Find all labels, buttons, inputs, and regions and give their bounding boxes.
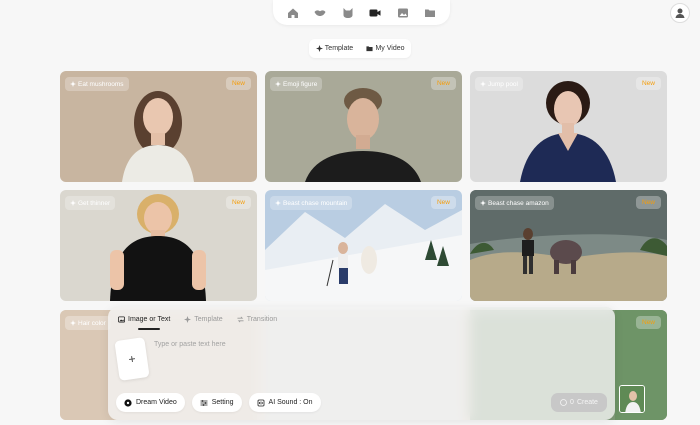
portrait-thumbnail <box>620 386 644 412</box>
card-title-pill: Jump pool <box>475 77 523 91</box>
my-video-tab-label: My Video <box>375 45 405 52</box>
preview-thumbnail[interactable] <box>619 385 645 413</box>
sparkle-icon <box>480 200 486 206</box>
home-icon <box>287 8 298 18</box>
card-title: Beast chase amazon <box>488 199 549 207</box>
template-tab-label: Template <box>324 45 354 52</box>
folder-icon <box>425 9 436 17</box>
template-card[interactable]: Beast chase amazon New <box>470 190 667 301</box>
top-nav <box>273 0 450 25</box>
coin-icon <box>560 399 567 406</box>
template-tab[interactable]: Template <box>309 45 360 52</box>
nav-video[interactable] <box>364 3 386 23</box>
setting-button[interactable]: Setting <box>191 393 242 412</box>
sparkle-icon <box>480 81 486 87</box>
new-badge: New <box>225 196 251 209</box>
prompt-input[interactable]: Type or paste text here <box>154 341 226 348</box>
setting-label: Setting <box>211 399 234 406</box>
template-card[interactable]: Beast chase mountain New <box>265 190 462 301</box>
sparkle-icon <box>70 200 76 206</box>
sparkle-icon <box>184 316 192 323</box>
card-title-pill: Beast chase amazon <box>475 196 554 210</box>
card-title: Beast chase mountain <box>283 199 348 207</box>
composer-panel: Image or Text Template Transition + Type… <box>108 307 615 420</box>
new-badge: New <box>635 77 661 90</box>
tab-image-or-text[interactable]: Image or Text <box>118 316 170 323</box>
cat-icon <box>343 7 353 18</box>
template-card[interactable]: Get thinner New <box>60 190 257 301</box>
dream-video-icon <box>124 398 132 407</box>
image-icon <box>397 8 408 17</box>
video-camera-icon <box>369 9 381 16</box>
image-icon <box>118 316 125 323</box>
lips-icon <box>314 9 326 16</box>
sparkle-icon <box>70 320 76 326</box>
card-title-pill: Eat mushrooms <box>65 77 129 91</box>
tab-transition[interactable]: Transition <box>237 316 277 323</box>
my-video-tab[interactable]: My Video <box>360 45 411 52</box>
speaker-icon <box>257 399 264 406</box>
composer-tabs: Image or Text Template Transition <box>118 316 277 323</box>
card-title: Eat mushrooms <box>78 80 124 88</box>
nav-home[interactable] <box>282 3 304 23</box>
user-icon <box>675 8 685 18</box>
sparkle-icon <box>275 81 281 87</box>
add-image-button[interactable]: + <box>114 337 150 381</box>
tab-template[interactable]: Template <box>184 316 223 323</box>
card-title: Hair color <box>78 319 106 327</box>
new-badge: New <box>635 316 661 329</box>
transition-icon <box>237 316 244 323</box>
ai-sound-label: AI Sound : On <box>268 399 313 406</box>
template-card[interactable]: Emoji figure New <box>265 71 462 182</box>
card-title-pill: Get thinner <box>65 196 116 210</box>
tab-label: Transition <box>246 316 278 323</box>
sparkle-icon <box>70 81 76 87</box>
card-title: Emoji figure <box>283 80 318 88</box>
dream-video-button[interactable]: Dream Video <box>116 393 185 412</box>
user-avatar[interactable] <box>670 3 690 23</box>
tab-label: Image or Text <box>128 316 171 323</box>
new-badge: New <box>430 77 456 90</box>
nav-cat[interactable] <box>337 3 359 23</box>
folder-icon <box>366 46 374 52</box>
card-title: Get thinner <box>78 199 111 207</box>
template-card[interactable]: Jump pool New <box>470 71 667 182</box>
new-badge: New <box>430 196 456 209</box>
card-title-pill: Emoji figure <box>270 77 323 91</box>
template-grid: Eat mushrooms New Emoji figure New Jump … <box>60 71 667 301</box>
sparkle-icon <box>315 45 323 52</box>
create-cost: 0 <box>570 399 574 406</box>
card-title-pill: Beast chase mountain <box>270 196 353 210</box>
card-title: Jump pool <box>488 80 518 88</box>
card-title-pill: Hair color <box>65 316 111 330</box>
nav-image[interactable] <box>392 3 414 23</box>
ai-sound-toggle[interactable]: AI Sound : On <box>248 393 321 412</box>
new-badge: New <box>635 196 661 209</box>
dream-video-label: Dream Video <box>136 399 177 406</box>
template-myvideo-toggle: Template My Video <box>309 39 411 58</box>
template-card[interactable]: Eat mushrooms New <box>60 71 257 182</box>
composer-controls: Dream Video Setting AI Sound : On <box>116 393 321 412</box>
create-button[interactable]: 0 Create <box>551 393 607 412</box>
tab-label: Template <box>194 316 223 323</box>
create-label: Create <box>576 399 598 406</box>
active-tab-underline <box>138 328 160 330</box>
nav-lips[interactable] <box>309 3 331 23</box>
sliders-icon <box>200 399 208 406</box>
sparkle-icon <box>275 200 281 206</box>
nav-folder[interactable] <box>419 3 441 23</box>
new-badge: New <box>225 77 251 90</box>
plus-icon: + <box>127 351 137 367</box>
